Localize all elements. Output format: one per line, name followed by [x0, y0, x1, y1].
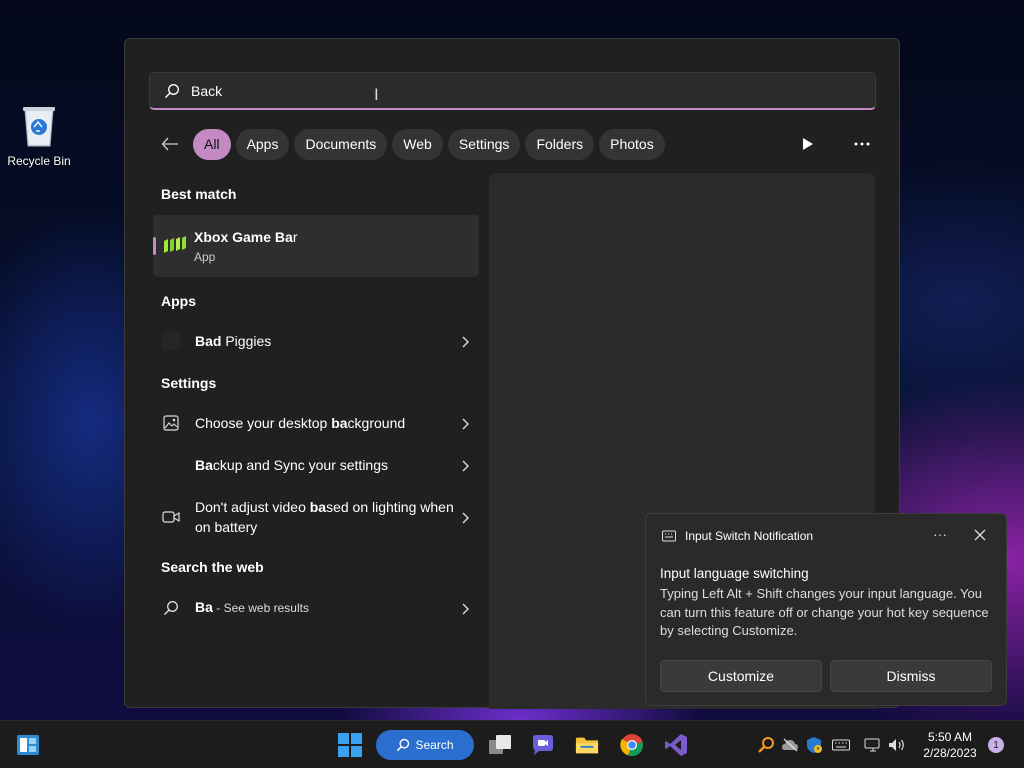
- text-cursor-icon: I: [374, 85, 379, 104]
- security-shield-icon[interactable]: [805, 736, 823, 754]
- search-icon: [397, 738, 410, 752]
- taskbar-search-button[interactable]: Search: [376, 730, 474, 760]
- desktop-icon-label: Recycle Bin: [7, 154, 71, 168]
- notification-header: Input Switch Notification: [662, 529, 813, 543]
- search-box[interactable]: I: [149, 72, 876, 110]
- chevron-right-icon: [459, 511, 471, 524]
- filter-chip-settings[interactable]: Settings: [447, 128, 521, 160]
- keyboard-input-icon[interactable]: [832, 736, 850, 754]
- notification-app-name: Input Switch Notification: [685, 529, 814, 543]
- apps-heading: Apps: [161, 293, 196, 309]
- result-label: Ba - See web results: [195, 599, 309, 615]
- best-match-result[interactable]: Xbox Game Bar App: [153, 215, 479, 277]
- result-setting-backup-sync[interactable]: Backup and Sync your settings: [161, 455, 471, 475]
- clock-time: 5:50 AM: [927, 730, 973, 744]
- result-web-search[interactable]: Ba - See web results: [161, 597, 471, 618]
- notification-toast: Input Switch Notification ··· Input lang…: [645, 513, 1007, 706]
- dismiss-button[interactable]: Dismiss: [830, 660, 992, 692]
- clock-date: 2/28/2023: [923, 746, 977, 760]
- chevron-right-icon: [459, 459, 471, 472]
- recycle-bin-icon: [20, 104, 58, 148]
- more-options-icon[interactable]: [849, 133, 875, 155]
- best-match-name: Xbox Game Bar: [194, 229, 298, 245]
- result-label: Backup and Sync your settings: [195, 457, 389, 473]
- xbox-game-bar-icon: [163, 235, 187, 255]
- filter-chip-documents[interactable]: Documents: [294, 128, 388, 160]
- play-more-filters-icon[interactable]: [795, 133, 821, 155]
- bad-piggies-icon: [161, 331, 181, 351]
- back-arrow-icon[interactable]: [157, 131, 183, 157]
- result-label: Bad Piggies: [195, 333, 272, 349]
- filter-chip-folders[interactable]: Folders: [525, 128, 595, 160]
- search-icon: [164, 83, 180, 99]
- notification-more-icon[interactable]: ···: [933, 526, 947, 542]
- image-icon: [161, 413, 181, 433]
- backup-sync-icon: [161, 455, 181, 475]
- chevron-right-icon: [459, 602, 471, 614]
- task-view-icon[interactable]: [488, 733, 512, 757]
- teams-chat-icon[interactable]: [531, 733, 555, 757]
- filter-bar: All Apps Documents Web Settings Folders …: [157, 128, 670, 160]
- taskbar-clock[interactable]: 5:50 AM 2/28/2023: [918, 729, 982, 761]
- result-label: Choose your desktop background: [195, 415, 406, 431]
- magnifier-tray-icon[interactable]: [757, 736, 775, 754]
- filter-chip-web[interactable]: Web: [392, 128, 443, 160]
- taskbar: Search 5:50 AM 2/28/2023 1: [0, 720, 1024, 768]
- taskbar-search-label: Search: [415, 738, 454, 752]
- search-web-heading: Search the web: [161, 559, 264, 575]
- desktop-icon-recycle-bin[interactable]: Recycle Bin: [6, 104, 72, 168]
- keyboard-icon: [662, 530, 676, 542]
- network-icon[interactable]: [864, 736, 882, 754]
- filter-chip-apps[interactable]: Apps: [235, 128, 290, 160]
- search-input[interactable]: [191, 82, 791, 99]
- visual-studio-icon[interactable]: [664, 733, 688, 757]
- start-button-icon[interactable]: [338, 733, 362, 757]
- selection-indicator: [153, 237, 156, 255]
- video-camera-icon: [161, 507, 181, 527]
- filter-chip-all[interactable]: All: [193, 128, 231, 160]
- result-app-bad-piggies[interactable]: Bad Piggies: [161, 331, 471, 351]
- settings-heading: Settings: [161, 375, 217, 391]
- chrome-icon[interactable]: [620, 733, 644, 757]
- chevron-right-icon: [459, 417, 471, 430]
- file-explorer-icon[interactable]: [575, 733, 599, 757]
- filter-chip-photos[interactable]: Photos: [599, 128, 665, 160]
- result-label: Don't adjust video based on lighting whe…: [195, 499, 454, 535]
- search-icon: [161, 598, 181, 618]
- close-icon[interactable]: [973, 528, 987, 542]
- best-match-type: App: [194, 250, 216, 264]
- chevron-right-icon: [459, 335, 471, 348]
- result-setting-video-battery[interactable]: Don't adjust video based on lighting whe…: [161, 497, 471, 537]
- notification-body: Typing Left Alt + Shift changes your inp…: [660, 586, 989, 638]
- result-setting-desktop-background[interactable]: Choose your desktop background: [161, 413, 471, 433]
- widgets-icon[interactable]: [16, 733, 40, 757]
- onedrive-offline-icon[interactable]: [781, 736, 799, 754]
- volume-icon[interactable]: [888, 736, 906, 754]
- best-match-heading: Best match: [161, 186, 237, 202]
- notification-title: Input language switching: [660, 566, 809, 581]
- notification-count-badge[interactable]: 1: [988, 737, 1004, 753]
- filter-extra-controls: [767, 133, 875, 155]
- customize-button[interactable]: Customize: [660, 660, 822, 692]
